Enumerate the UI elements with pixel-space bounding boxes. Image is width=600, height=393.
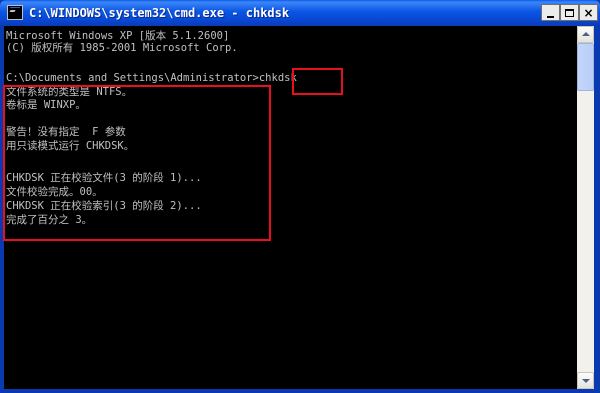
- maximize-button[interactable]: [560, 4, 579, 21]
- title-bar[interactable]: C:\WINDOWS\system32\cmd.exe - chkdsk ×: [0, 0, 600, 26]
- console-prompt-line: C:\Documents and Settings\Administrator>…: [6, 72, 297, 84]
- scroll-down-button[interactable]: [577, 372, 594, 389]
- minimize-icon: [547, 15, 554, 18]
- console-line: Microsoft Windows XP [版本 5.1.2600]: [6, 30, 230, 42]
- window-border-bottom: [0, 389, 600, 393]
- console-line: (C) 版权所有 1985-2001 Microsoft Corp.: [6, 42, 238, 54]
- close-button[interactable]: ×: [579, 4, 598, 21]
- command-highlight-box: [292, 68, 343, 95]
- scroll-up-button[interactable]: [577, 26, 594, 43]
- output-highlight-box: [3, 85, 271, 241]
- close-icon: ×: [583, 5, 594, 20]
- maximize-icon: [565, 8, 574, 17]
- window-title: C:\WINDOWS\system32\cmd.exe - chkdsk: [29, 6, 290, 20]
- vertical-scrollbar[interactable]: [577, 26, 594, 389]
- cmd-window: C:\WINDOWS\system32\cmd.exe - chkdsk × M…: [0, 0, 600, 393]
- scroll-thumb[interactable]: [577, 43, 594, 91]
- window-border-right: [594, 26, 600, 393]
- console-icon[interactable]: [7, 5, 23, 20]
- minimize-button[interactable]: [541, 4, 560, 21]
